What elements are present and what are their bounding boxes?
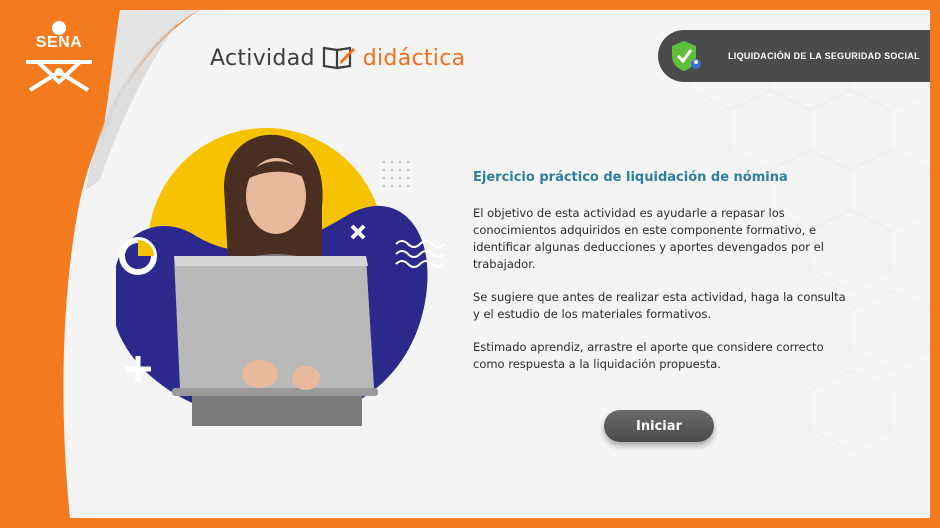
start-button[interactable]: Iniciar	[604, 410, 714, 442]
main-content: Ejercicio práctico de liquidación de nóm…	[473, 170, 853, 389]
sena-logo: SENA	[18, 20, 100, 96]
exercise-title: Ejercicio práctico de liquidación de nóm…	[473, 170, 788, 185]
paragraph-suggestion: Se sugiere que antes de realizar esta ac…	[473, 290, 846, 321]
book-pencil-icon	[322, 46, 355, 70]
course-title: LIQUIDACIÓN DE LA SEGURIDAD SOCIAL	[728, 51, 920, 61]
course-header-pill: LIQUIDACIÓN DE LA SEGURIDAD SOCIAL	[658, 30, 930, 82]
brand-activity-word: Actividad	[210, 45, 315, 71]
paragraph-objective: El objetivo de esta actividad es ayudarl…	[473, 206, 824, 271]
sena-logo-figure	[26, 21, 92, 92]
student-laptop-illustration	[116, 128, 445, 426]
paragraph-instruction: Estimado aprendiz, arrastre el aporte qu…	[473, 340, 824, 371]
shield-check-icon	[672, 41, 701, 71]
activity-brand: Actividad didáctica	[210, 44, 465, 72]
brand-didactic-word: didáctica	[362, 45, 466, 71]
